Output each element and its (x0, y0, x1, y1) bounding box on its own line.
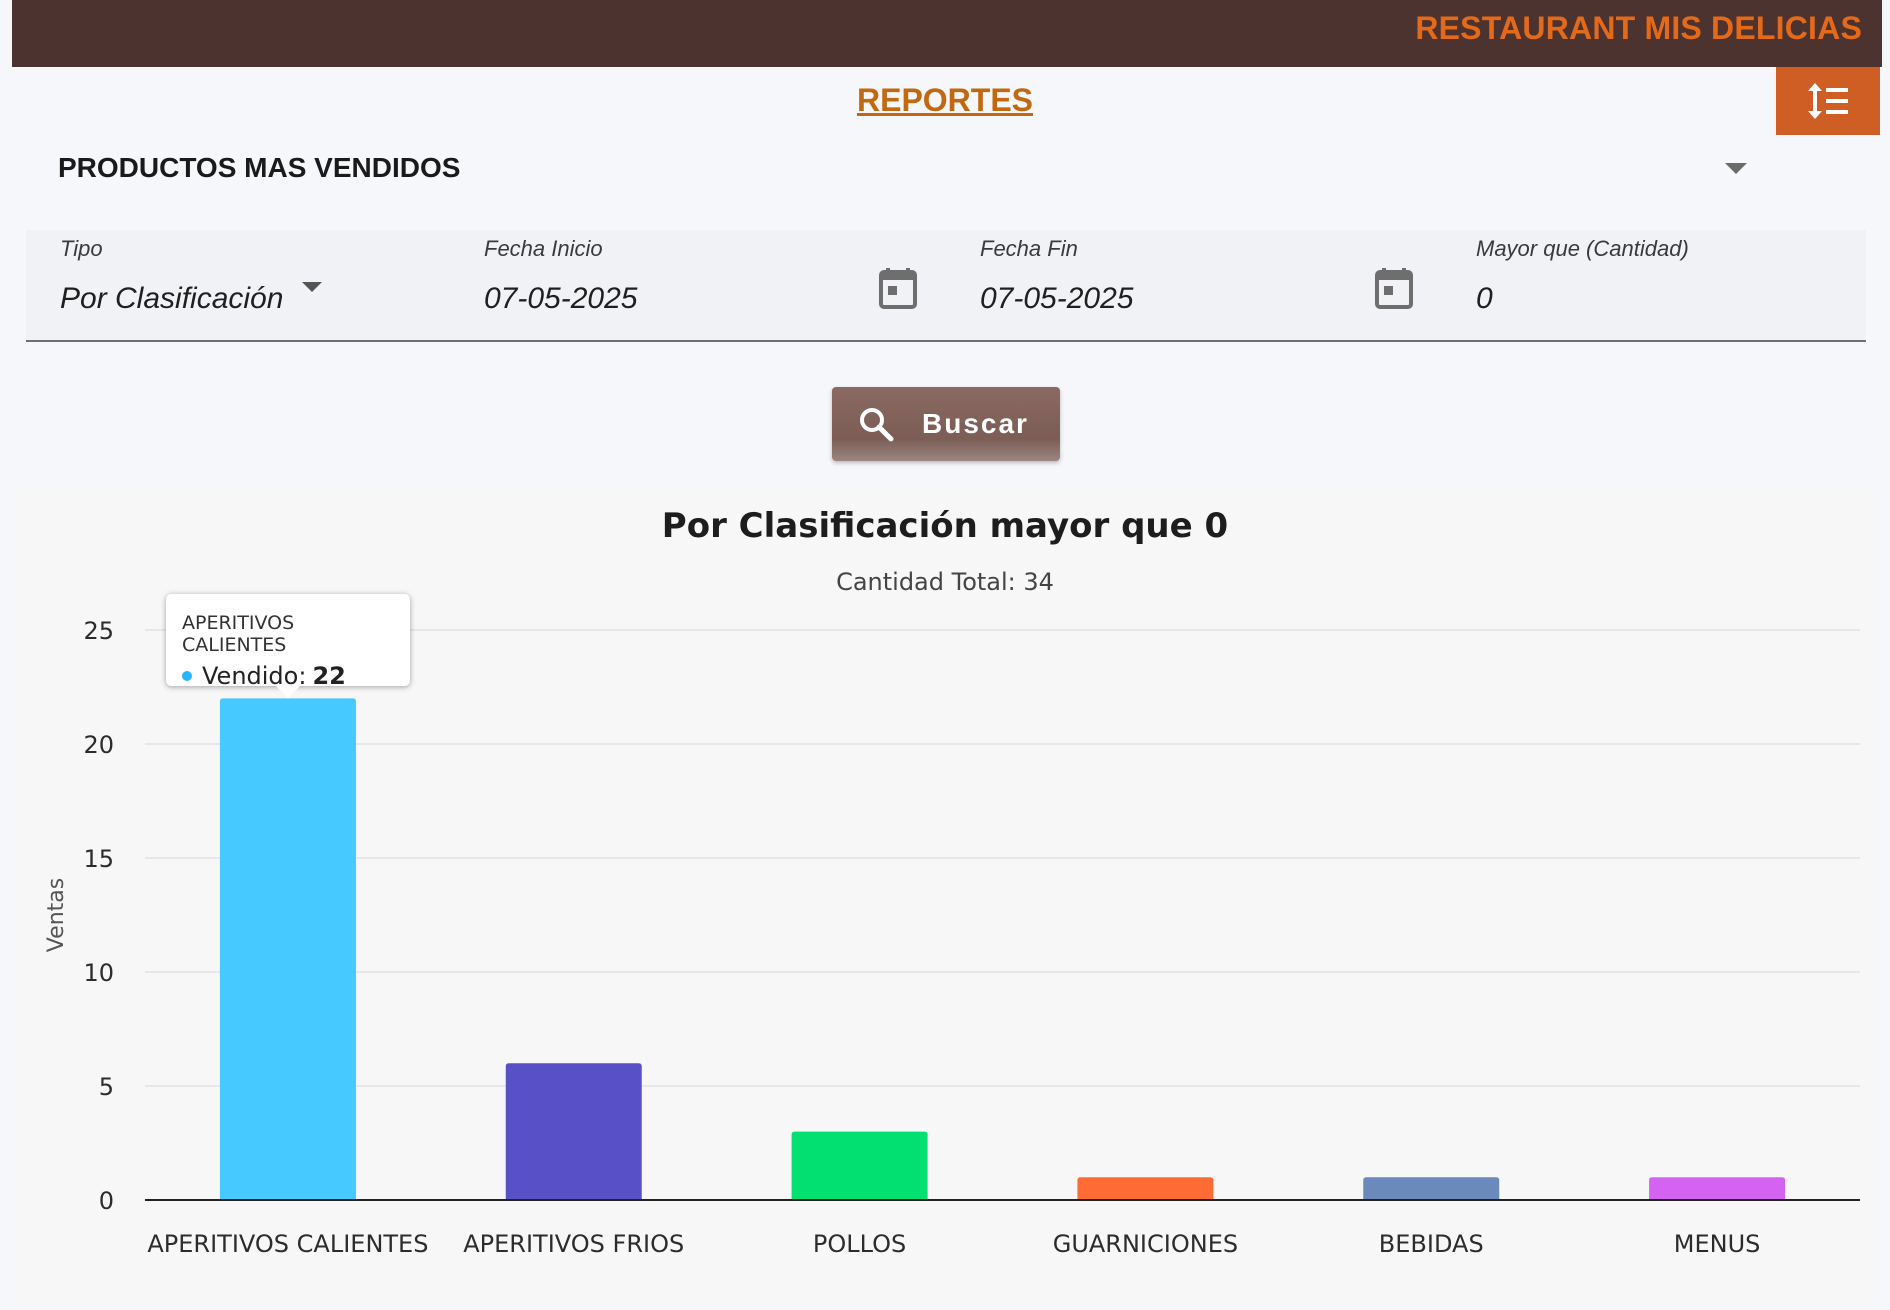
bar[interactable] (505, 1063, 642, 1200)
y-tick-label: 0 (99, 1187, 114, 1215)
bar[interactable] (1649, 1177, 1786, 1200)
y-tick-label: 10 (83, 959, 114, 987)
x-tick-label: POLLOS (813, 1230, 906, 1258)
y-tick-label: 25 (83, 617, 114, 645)
tooltip-row: Vendido: 22 (182, 662, 394, 690)
y-axis-label: Ventas (44, 878, 69, 952)
x-tick-label: MENUS (1674, 1230, 1761, 1258)
bar[interactable] (1077, 1177, 1214, 1200)
tooltip-title: APERITIVOS CALIENTES (182, 612, 295, 656)
x-tick-label: APERITIVOS FRIOS (463, 1230, 684, 1258)
y-tick-label: 5 (99, 1073, 114, 1101)
tooltip-series-label: Vendido: (202, 662, 307, 690)
bar[interactable] (1363, 1177, 1500, 1200)
bar[interactable] (219, 698, 356, 1200)
tooltip-value: 22 (312, 662, 346, 690)
chart-tooltip: APERITIVOS CALIENTES Vendido: 22 (166, 594, 410, 698)
x-tick-label: BEBIDAS (1379, 1230, 1484, 1258)
x-tick-label: APERITIVOS CALIENTES (147, 1230, 428, 1258)
x-tick-label: GUARNICIONES (1053, 1230, 1238, 1258)
bar[interactable] (791, 1131, 928, 1200)
series-dot-icon (182, 671, 192, 681)
y-tick-label: 15 (83, 845, 114, 873)
y-tick-label: 20 (83, 731, 114, 759)
